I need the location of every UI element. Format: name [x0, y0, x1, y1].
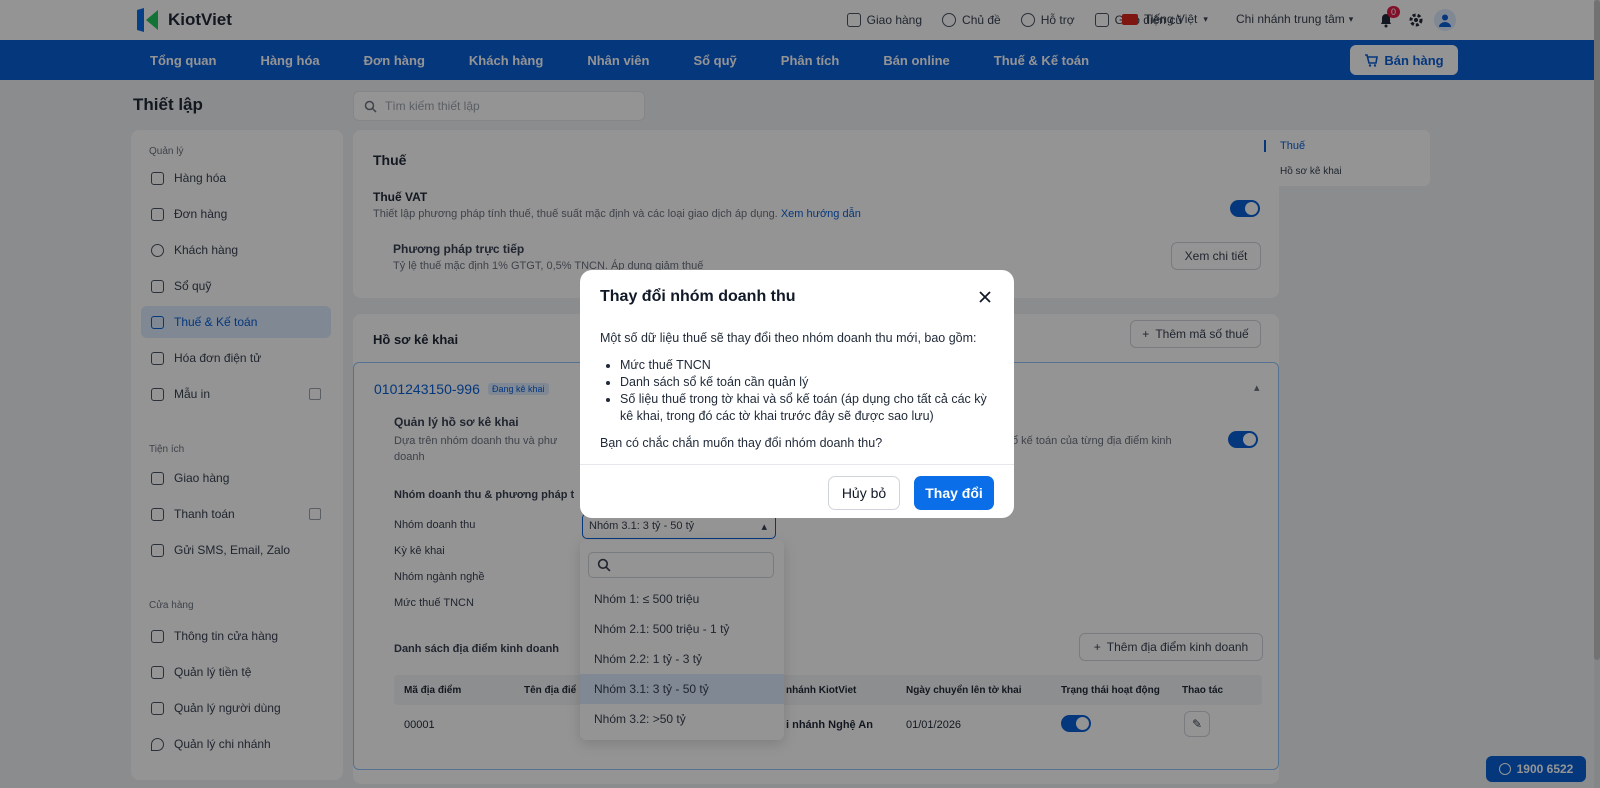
confirm-change-button[interactable]: Thay đổi: [914, 476, 994, 510]
dialog-bullet: Danh sách sổ kế toán cần quản lý: [620, 374, 994, 391]
dialog-body: Một số dữ liệu thuế sẽ thay đổi theo nhó…: [600, 330, 994, 452]
dropdown-option-selected[interactable]: Nhóm 3.1: 3 tỷ - 50 tỷ: [580, 674, 784, 704]
dialog-bullet-list: Mức thuế TNCN Danh sách sổ kế toán cần q…: [620, 357, 994, 425]
dialog-question: Bạn có chắc chắn muốn thay đổi nhóm doan…: [600, 436, 883, 450]
dropdown-option[interactable]: Nhóm 1: ≤ 500 triệu: [580, 584, 784, 614]
dialog-intro: Một số dữ liệu thuế sẽ thay đổi theo nhó…: [600, 331, 977, 345]
dialog-bullet: Mức thuế TNCN: [620, 357, 994, 374]
dropdown-option[interactable]: Nhóm 2.2: 1 tỷ - 3 tỷ: [580, 644, 784, 674]
dialog-bullet: Số liệu thuế trong tờ khai và sổ kế toán…: [620, 391, 994, 425]
dialog-title: Thay đổi nhóm doanh thu: [600, 288, 796, 305]
close-icon[interactable]: [976, 288, 994, 306]
dropdown-option[interactable]: Nhóm 2.1: 500 triệu - 1 tỷ: [580, 614, 784, 644]
dropdown-option[interactable]: Nhóm 3.2: >50 tỷ: [580, 704, 784, 734]
revenue-group-dropdown: Nhóm 1: ≤ 500 triệu Nhóm 2.1: 500 triệu …: [580, 540, 784, 740]
cancel-button[interactable]: Hủy bỏ: [828, 476, 900, 510]
dropdown-search-input[interactable]: [588, 552, 774, 578]
search-icon: [597, 558, 611, 572]
dialog-divider: [580, 464, 1014, 465]
change-revenue-group-dialog: Thay đổi nhóm doanh thu Một số dữ liệu t…: [580, 270, 1014, 518]
